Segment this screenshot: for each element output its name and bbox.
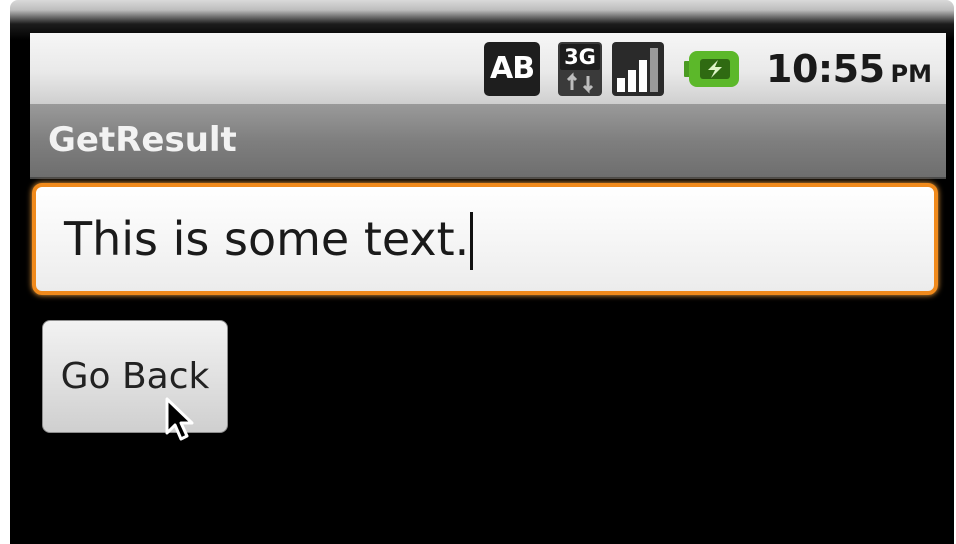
go-back-button[interactable]: Go Back xyxy=(42,320,228,433)
status-bar: AB 3G 10:55 PM xyxy=(30,33,946,104)
clock-time: 10:55 xyxy=(766,46,885,91)
battery-charging-icon xyxy=(684,50,740,87)
3g-data-icon: 3G xyxy=(558,41,603,96)
signal-strength-icon xyxy=(612,41,665,96)
ab-input-icon: AB xyxy=(484,41,541,96)
text-input-field[interactable]: This is some text. xyxy=(32,183,938,295)
status-clock: 10:55 PM xyxy=(766,47,932,91)
status-icons: AB 3G 10:55 PM xyxy=(484,33,946,104)
text-field-value: This is some text. xyxy=(64,212,470,266)
phone-screen: AB 3G 10:55 PM GetResult This is some te… xyxy=(30,33,946,544)
go-back-label: Go Back xyxy=(60,356,210,397)
text-caret xyxy=(470,212,474,270)
clock-ampm: PM xyxy=(890,59,932,88)
app-title-bar: GetResult xyxy=(30,104,946,179)
app-title: GetResult xyxy=(48,120,237,160)
mouse-pointer-icon xyxy=(165,397,194,441)
3g-label: 3G xyxy=(564,45,596,69)
